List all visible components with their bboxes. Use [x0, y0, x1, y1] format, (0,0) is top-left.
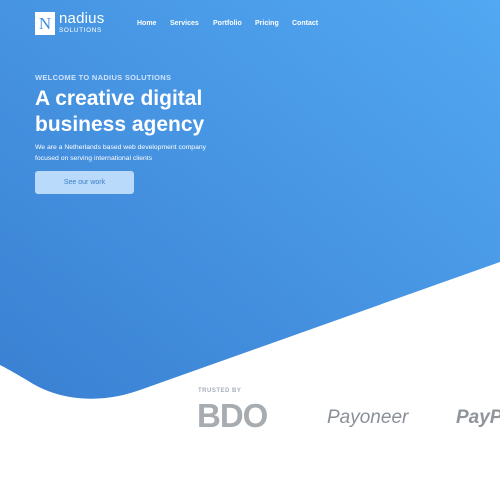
- nav-item-home[interactable]: Home: [137, 20, 156, 27]
- hero-eyebrow: WELCOME TO NADIUS SOLUTIONS: [35, 73, 172, 82]
- payoneer-logo: Payoneer: [327, 407, 409, 428]
- nav-item-pricing[interactable]: Pricing: [255, 20, 279, 27]
- hero-headline-line-2: business agency: [35, 113, 205, 136]
- main-nav: Home Services Portfolio Pricing Contact: [0, 20, 500, 32]
- trusted-by-label: TRUSTED BY: [198, 388, 242, 394]
- hero-description: We are a Netherlands based web developme…: [35, 143, 245, 164]
- hero-description-line-2: focused on serving international clients: [35, 154, 153, 162]
- nav-item-contact[interactable]: Contact: [292, 20, 318, 27]
- see-our-work-button[interactable]: See our work: [35, 171, 134, 194]
- nav-item-services[interactable]: Services: [170, 20, 199, 27]
- nav-item-portfolio[interactable]: Portfolio: [213, 20, 242, 27]
- hero-headline: A creative digital business agency: [35, 86, 275, 138]
- paypal-logo: PayPal: [456, 407, 500, 428]
- hero-headline-line-1: A creative digital: [35, 87, 203, 110]
- bdo-logo: BDO: [197, 397, 268, 434]
- hero-description-line-1: We are a Netherlands based web developme…: [35, 144, 207, 151]
